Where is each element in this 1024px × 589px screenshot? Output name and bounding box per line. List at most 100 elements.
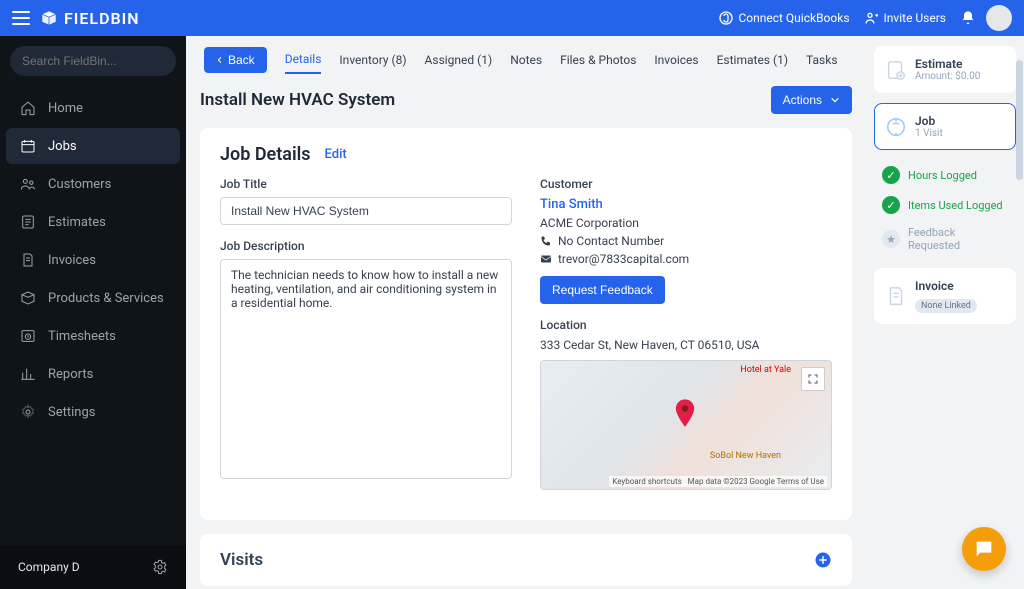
page-title: Install New HVAC System [200,90,395,110]
map-label-hotel: Hotel at Yale [740,365,791,375]
chevron-down-icon [830,95,840,105]
job-title-input[interactable] [220,197,512,225]
chevron-left-icon [216,55,224,65]
reports-icon [20,366,36,382]
map-fullscreen-button[interactable] [801,367,825,391]
request-feedback-button[interactable]: Request Feedback [540,276,665,304]
invoice-card[interactable]: Invoice None Linked [874,268,1016,324]
sidebar-item-label: Home [48,101,83,116]
sidebar-item-estimates[interactable]: Estimates [6,204,180,240]
location-text: 333 Cedar St, New Haven, CT 06510, USA [540,338,832,352]
tab-invoices[interactable]: Invoices [654,47,698,73]
sidebar: Home Jobs Customers Estimates Invoices P… [0,36,186,589]
toolbar: Back Details Inventory (8) Assigned (1) … [200,46,852,74]
location-map[interactable]: Hotel at Yale SoBol New Haven Keyboard s… [540,360,832,490]
sidebar-item-label: Reports [48,367,93,382]
invoice-badge: None Linked [915,299,977,313]
invite-users-link[interactable]: Invite Users [864,10,946,26]
job-details-card: Job Details Edit Job Title Job Descripti… [200,128,852,520]
actions-button[interactable]: Actions [771,86,852,114]
sidebar-item-label: Estimates [48,215,106,230]
jobs-icon [20,138,36,154]
user-avatar[interactable] [986,5,1012,31]
star-icon: ★ [882,230,900,248]
gear-icon [152,559,168,575]
sidebar-item-invoices[interactable]: Invoices [6,242,180,278]
company-settings-button[interactable] [152,559,168,575]
sidebar-item-label: Timesheets [48,329,116,344]
sidebar-item-customers[interactable]: Customers [6,166,180,202]
status-hours-logged: ✓ Hours Logged [878,160,1012,190]
customer-phone: No Contact Number [540,234,832,248]
menu-toggle[interactable] [12,11,30,25]
tab-notes[interactable]: Notes [510,47,542,73]
map-label-sobol: SoBol New Haven [710,451,781,461]
tab-assigned[interactable]: Assigned (1) [425,47,493,73]
sidebar-item-jobs[interactable]: Jobs [6,128,180,164]
tab-inventory[interactable]: Inventory (8) [339,47,406,73]
tab-details[interactable]: Details [285,46,322,74]
sidebar-item-label: Customers [48,177,111,192]
estimate-card[interactable]: Estimate Amount: $0.00 [874,46,1016,93]
job-desc-label: Job Description [220,239,512,253]
tab-tasks[interactable]: Tasks [806,47,838,73]
map-pin-icon [674,399,696,429]
job-desc-textarea[interactable] [220,259,512,479]
customer-label: Customer [540,177,832,191]
products-icon [20,290,36,306]
sidebar-item-products[interactable]: Products & Services [6,280,180,316]
job-icon [885,116,907,138]
timesheets-icon [20,328,36,344]
quickbooks-icon [718,10,734,26]
phone-icon [540,235,552,247]
estimate-title: Estimate [915,57,980,71]
home-icon [20,100,36,116]
job-card-title: Job [915,114,943,128]
check-icon: ✓ [882,196,900,214]
tab-files[interactable]: Files & Photos [560,47,636,73]
sidebar-item-label: Invoices [48,253,96,268]
invoices-icon [20,252,36,268]
tab-estimates[interactable]: Estimates (1) [717,47,788,73]
check-icon: ✓ [882,166,900,184]
email-icon [540,253,552,265]
customer-email: trevor@7833capital.com [540,252,832,266]
customers-icon [20,176,36,192]
connect-quickbooks-link[interactable]: Connect QuickBooks [718,10,849,26]
estimate-icon [885,59,907,81]
estimates-icon [20,214,36,230]
search-input[interactable] [22,54,177,68]
sidebar-item-home[interactable]: Home [6,90,180,126]
status-feedback-requested: ★ Feedback Requested [878,220,1012,258]
sidebar-footer: Company D [0,545,186,589]
job-card[interactable]: Job 1 Visit [874,103,1016,150]
right-panel: Estimate Amount: $0.00 Job 1 Visit ✓ Hou… [866,36,1024,589]
chat-button[interactable] [962,527,1006,571]
visits-card: Visits [200,534,852,586]
global-search[interactable] [10,46,176,76]
brand-logo[interactable]: FIELDBIN [40,9,140,28]
company-name: Company D [18,560,80,574]
add-visit-button[interactable] [814,551,832,569]
invite-users-icon [864,10,880,26]
invoice-title: Invoice [915,279,977,293]
back-button[interactable]: Back [204,47,267,73]
plus-circle-icon [814,551,832,569]
sidebar-item-timesheets[interactable]: Timesheets [6,318,180,354]
customer-company: ACME Corporation [540,216,832,230]
logo-icon [40,9,58,27]
estimate-sub: Amount: $0.00 [915,71,980,82]
sidebar-item-label: Settings [48,405,95,420]
sidebar-item-settings[interactable]: Settings [6,394,180,430]
sidebar-item-label: Jobs [48,139,77,154]
invoice-icon [885,285,907,307]
chat-icon [973,538,995,560]
customer-name-link[interactable]: Tina Smith [540,197,832,212]
sidebar-item-reports[interactable]: Reports [6,356,180,392]
job-title-label: Job Title [220,177,512,191]
notifications-button[interactable] [960,10,976,26]
card-title: Job Details [220,144,311,165]
app-header: FIELDBIN Connect QuickBooks Invite Users [0,0,1024,36]
edit-link[interactable]: Edit [325,147,347,162]
scrollbar[interactable] [1016,60,1023,180]
